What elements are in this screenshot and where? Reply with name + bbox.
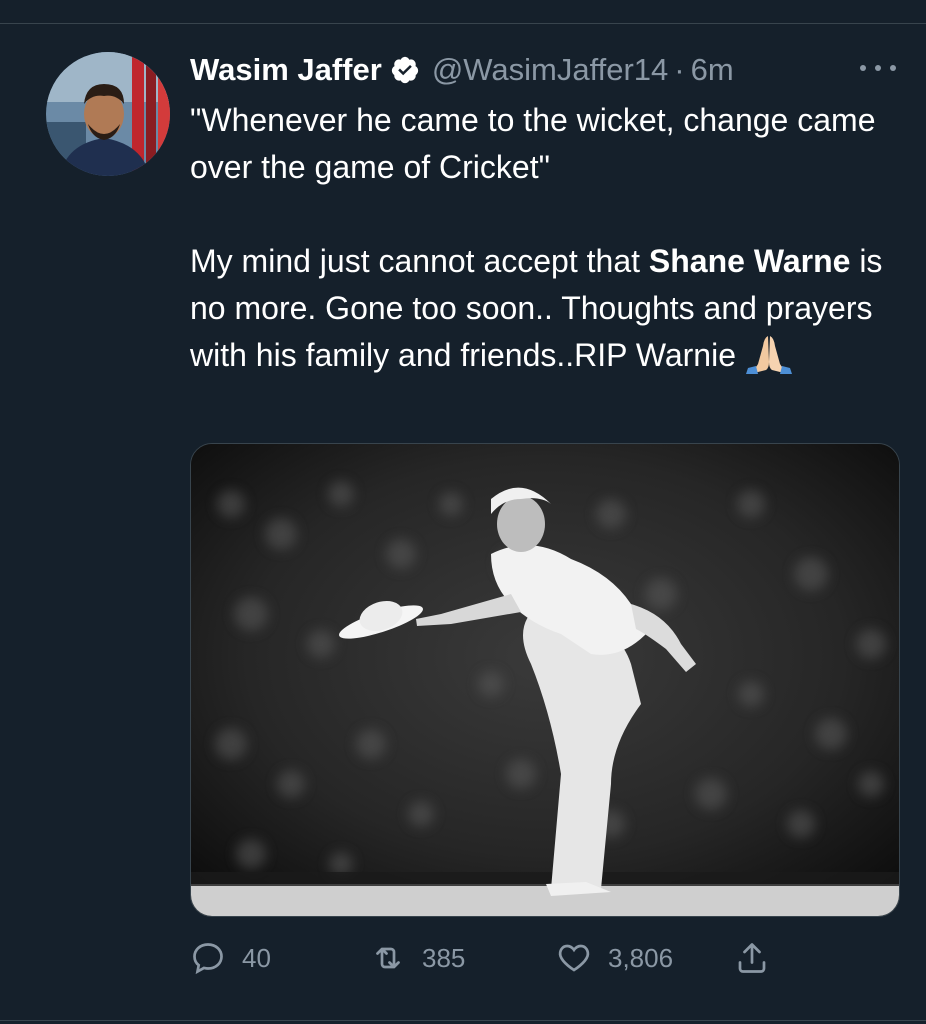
retweet-button[interactable]: 385 — [370, 936, 465, 980]
tweet-quote: "Whenever he came to the wicket, change … — [190, 102, 876, 185]
share-icon — [738, 943, 766, 973]
more-options-icon[interactable] — [860, 56, 896, 80]
like-count: 3,806 — [608, 942, 674, 973]
cricketer-bowing-photo — [191, 444, 899, 916]
tweet-header: Wasim Jaffer @WasimJaffer14 · 6m — [190, 50, 734, 90]
tweet-text: "Whenever he came to the wicket, change … — [190, 97, 890, 379]
retweet-count: 385 — [422, 942, 466, 973]
reply-button[interactable]: 40 — [190, 936, 271, 980]
author-avatar[interactable] — [46, 52, 170, 176]
tweet-message: My mind just cannot accept that Shane Wa… — [190, 238, 890, 379]
avatar-image — [46, 52, 170, 176]
author-name[interactable]: Wasim Jaffer — [190, 52, 382, 88]
verified-badge-icon — [391, 56, 418, 84]
bottom-divider — [0, 1020, 926, 1021]
tweet-timestamp[interactable]: 6m — [691, 52, 734, 88]
like-button[interactable]: 3,806 — [556, 936, 673, 980]
tweet-message-pre: My mind just cannot accept that — [190, 243, 649, 279]
reply-count: 40 — [242, 942, 271, 973]
author-handle[interactable]: @WasimJaffer14 — [432, 52, 668, 88]
tweet-media-photo[interactable] — [190, 443, 900, 917]
folded-hands-emoji-icon — [745, 336, 792, 374]
share-button[interactable] — [734, 936, 786, 980]
header-separator: · — [674, 52, 685, 87]
reply-icon — [193, 943, 223, 975]
mention-shane-warne: Shane Warne — [648, 243, 851, 279]
heart-icon — [558, 944, 590, 972]
retweet-icon — [376, 947, 400, 969]
